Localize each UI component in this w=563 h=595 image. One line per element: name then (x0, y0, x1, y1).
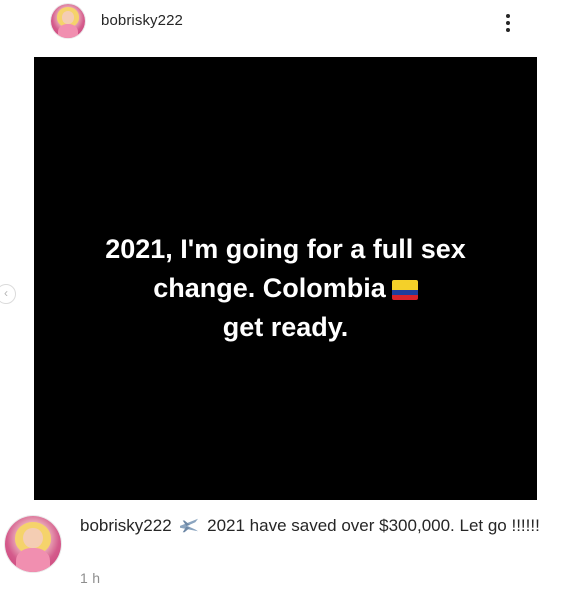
post-image[interactable]: 2021, I'm going for a full sex change. C… (34, 57, 537, 500)
avatar-face (62, 11, 74, 24)
dot (506, 14, 510, 18)
caption: bobrisky222 2021 have saved over $300,00… (80, 514, 550, 537)
post-image-text: 2021, I'm going for a full sex change. C… (66, 230, 506, 347)
avatar-dress (57, 23, 79, 38)
caption-text: 2021 have saved over $300,000. Let go !!… (207, 516, 540, 535)
avatar-face (23, 528, 43, 549)
post-username[interactable]: bobrisky222 (101, 12, 183, 29)
caption-avatar[interactable] (5, 516, 61, 572)
caption-username[interactable]: bobrisky222 (80, 516, 172, 535)
colombia-flag-icon (391, 280, 418, 300)
post-image-text-end: get ready. (222, 312, 349, 342)
carousel-prev-button[interactable]: ‹ (0, 284, 16, 304)
post-timestamp: 1 h (80, 570, 101, 586)
post-header: bobrisky222 (0, 0, 563, 44)
profile-avatar[interactable] (51, 4, 85, 38)
more-options-icon[interactable] (498, 10, 518, 36)
airplane-icon (180, 518, 199, 533)
avatar-dress (16, 548, 50, 572)
dot (506, 28, 510, 32)
dot (506, 21, 510, 25)
